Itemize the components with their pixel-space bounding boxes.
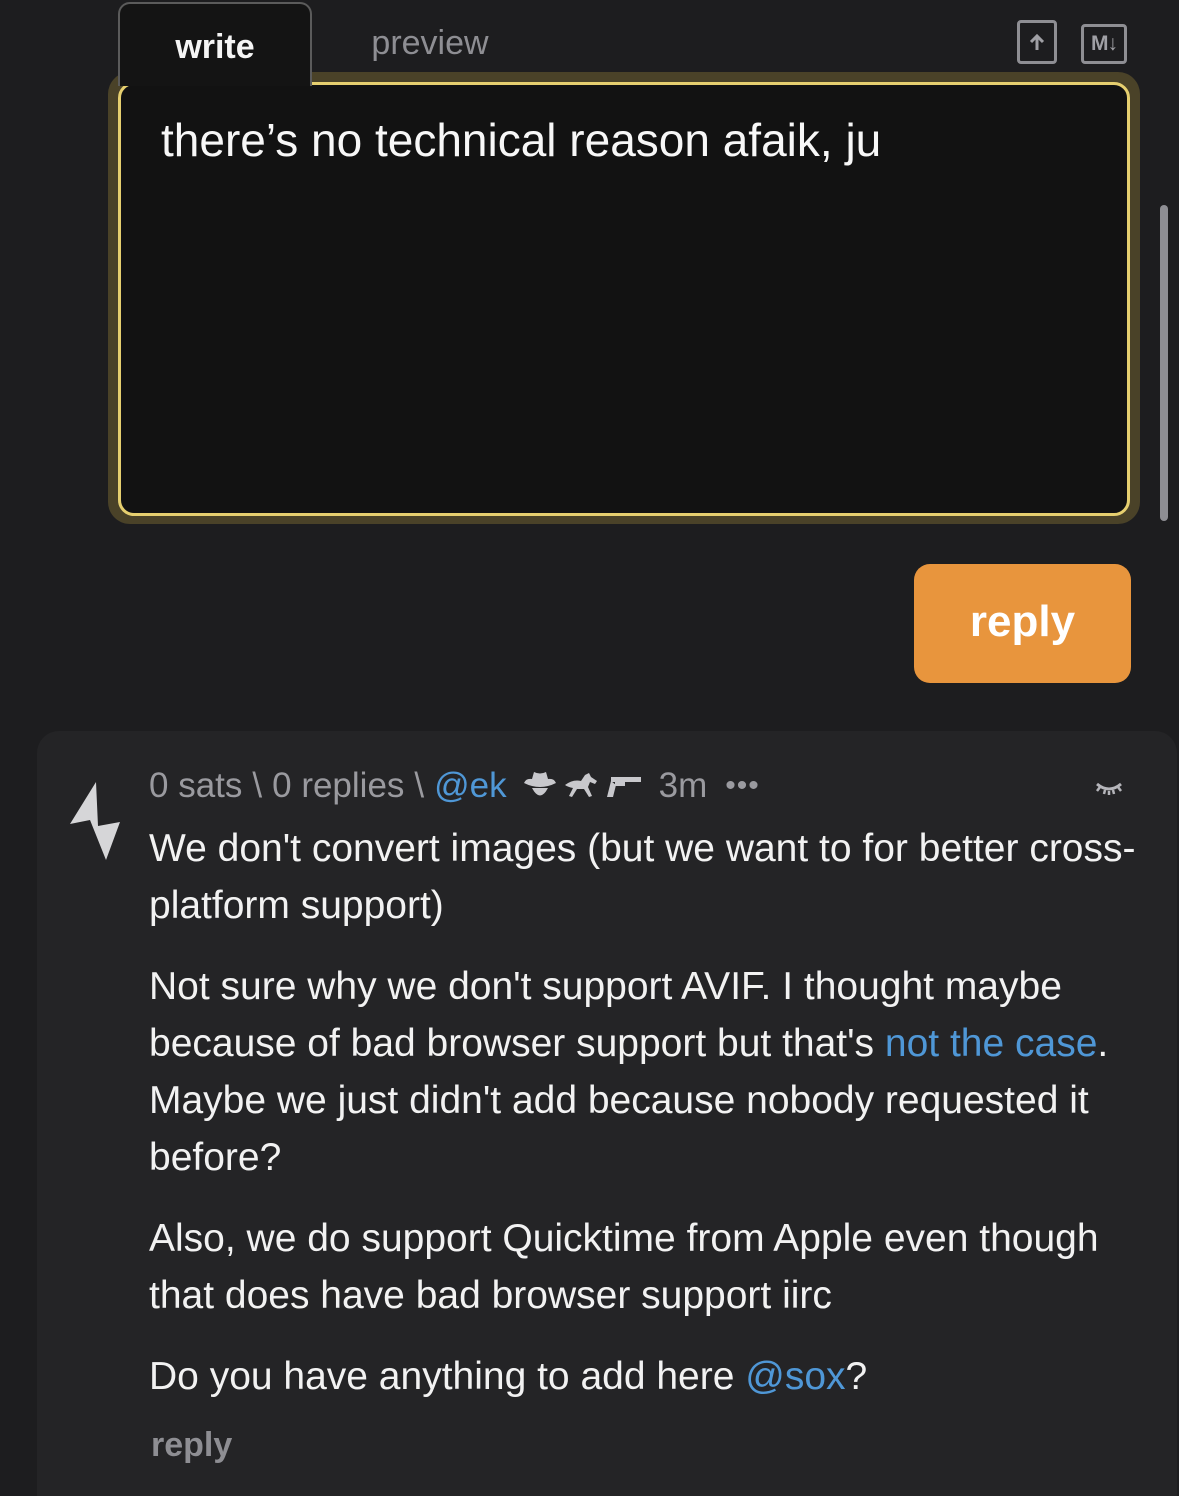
comment-age[interactable]: 3m — [659, 766, 708, 806]
comment-body: We don't convert images (but we want to … — [149, 820, 1149, 1429]
replies-count[interactable]: 0 replies — [272, 766, 404, 806]
comment-paragraph: Also, we do support Quicktime from Apple… — [149, 1210, 1149, 1324]
more-options-icon[interactable]: ••• — [725, 769, 760, 803]
comment-textarea[interactable]: there’s no technical reason afaik, ju — [118, 82, 1130, 516]
comment-paragraph: We don't convert images (but we want to … — [149, 820, 1149, 934]
meta-separator: \ — [252, 766, 263, 805]
tab-write[interactable]: write — [118, 2, 312, 86]
paragraph-text: ? — [845, 1355, 868, 1398]
tab-write-label: write — [175, 28, 255, 66]
comment-paragraph: Not sure why we don't support AVIF. I th… — [149, 958, 1149, 1186]
reply-button[interactable]: reply — [914, 564, 1131, 683]
horse-icon — [564, 773, 597, 797]
author-badges — [521, 769, 645, 803]
upload-file-icon[interactable] — [1017, 20, 1057, 64]
sats-count[interactable]: 0 sats — [149, 766, 242, 806]
comment-paragraph: Do you have anything to add here @sox? — [149, 1348, 1149, 1405]
collapse-icon[interactable] — [1094, 778, 1124, 798]
tab-preview-label: preview — [371, 24, 489, 62]
comment-textarea-value: there’s no technical reason afaik, ju — [161, 114, 882, 166]
comment-reply-label: reply — [151, 1426, 233, 1464]
meta-separator: \ — [414, 766, 425, 805]
comment-reply-link[interactable]: reply — [151, 1426, 232, 1465]
author-link[interactable]: @ek — [434, 766, 507, 806]
gun-icon — [606, 777, 641, 797]
sox-mention-link[interactable]: @sox — [745, 1355, 845, 1398]
not-the-case-link[interactable]: not the case — [885, 1022, 1097, 1065]
paragraph-text: We don't convert images (but we want to … — [149, 827, 1136, 927]
comment-meta: 0 sats \ 0 replies \ @ek 3m ••• — [149, 763, 760, 809]
zap-icon[interactable] — [68, 780, 122, 862]
markdown-label: M↓ — [1091, 32, 1118, 55]
scrollbar[interactable] — [1160, 205, 1168, 521]
cowboy-hat-icon — [523, 772, 556, 796]
markdown-icon[interactable]: M↓ — [1081, 24, 1127, 64]
paragraph-text: Also, we do support Quicktime from Apple… — [149, 1217, 1099, 1317]
paragraph-text: Do you have anything to add here — [149, 1355, 746, 1398]
page: write preview M↓ there’s no technical re… — [0, 0, 1179, 1496]
reply-button-label: reply — [969, 596, 1076, 646]
